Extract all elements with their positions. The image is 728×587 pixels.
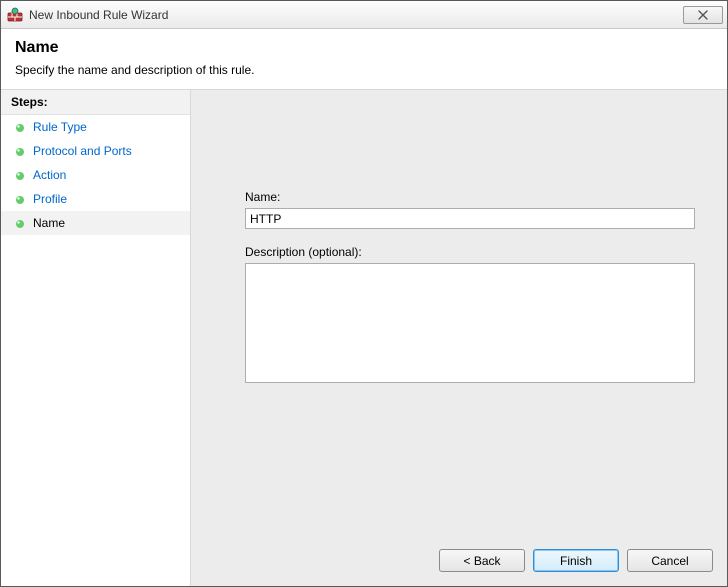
step-profile[interactable]: Profile	[1, 187, 190, 211]
bullet-icon	[15, 218, 25, 228]
bullet-icon	[15, 170, 25, 180]
wizard-footer: < Back Finish Cancel	[439, 549, 713, 572]
step-label: Name	[33, 216, 65, 230]
bullet-icon	[15, 122, 25, 132]
name-input[interactable]	[245, 208, 695, 229]
firewall-icon	[7, 7, 23, 23]
description-input[interactable]	[245, 263, 695, 383]
cancel-button[interactable]: Cancel	[627, 549, 713, 572]
wizard-main: Name: Description (optional): < Back Fin…	[191, 90, 727, 586]
wizard-body: Steps: Rule Type Protocol and Ports Acti…	[1, 90, 727, 586]
bullet-icon	[15, 146, 25, 156]
step-label: Profile	[33, 192, 67, 206]
window-title: New Inbound Rule Wizard	[29, 8, 677, 22]
name-label: Name:	[245, 190, 701, 204]
bullet-icon	[15, 194, 25, 204]
description-label: Description (optional):	[245, 245, 701, 259]
close-button[interactable]	[683, 6, 723, 24]
step-action[interactable]: Action	[1, 163, 190, 187]
back-button[interactable]: < Back	[439, 549, 525, 572]
titlebar: New Inbound Rule Wizard	[1, 1, 727, 29]
steps-heading: Steps:	[1, 90, 190, 115]
step-label: Protocol and Ports	[33, 144, 132, 158]
wizard-window: New Inbound Rule Wizard Name Specify the…	[0, 0, 728, 587]
page-title: Name	[15, 39, 713, 57]
steps-sidebar: Steps: Rule Type Protocol and Ports Acti…	[1, 90, 191, 586]
finish-button[interactable]: Finish	[533, 549, 619, 572]
wizard-header: Name Specify the name and description of…	[1, 29, 727, 90]
step-name[interactable]: Name	[1, 211, 190, 235]
step-rule-type[interactable]: Rule Type	[1, 115, 190, 139]
page-subtitle: Specify the name and description of this…	[15, 63, 713, 77]
step-label: Rule Type	[33, 120, 87, 134]
step-label: Action	[33, 168, 66, 182]
step-protocol-ports[interactable]: Protocol and Ports	[1, 139, 190, 163]
name-field-row: Name:	[245, 190, 701, 229]
description-field-row: Description (optional):	[245, 245, 701, 386]
